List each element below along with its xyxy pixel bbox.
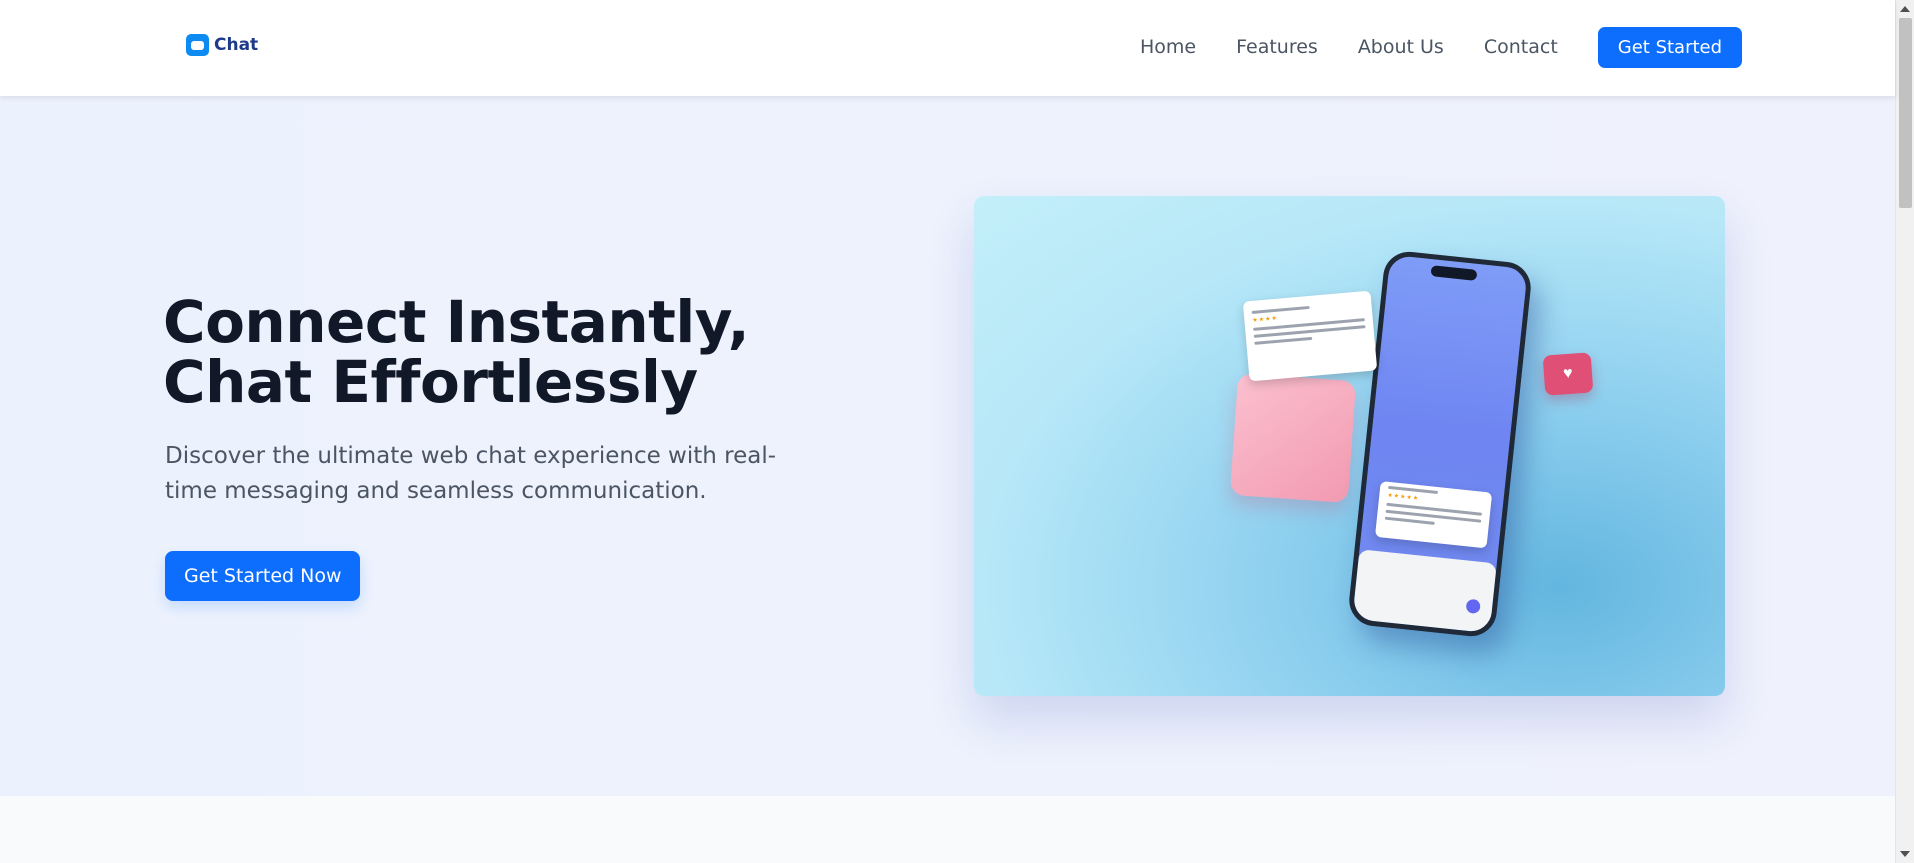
main-nav: Home Features About Us Contact Get Start… <box>1140 26 1743 68</box>
phone-chat-illustration: ★★★★★ ★★★★ ♥ <box>974 196 1725 696</box>
decorative-card <box>1229 373 1357 503</box>
hero-subtitle: Discover the ultimate web chat experienc… <box>165 443 777 504</box>
heart-icon: ♥ <box>1542 352 1594 396</box>
site-header: Chat Home Features About Us Contact Get … <box>0 0 1895 96</box>
page-scrollbar[interactable] <box>1895 0 1914 863</box>
nav-link-home[interactable]: Home <box>1140 26 1196 68</box>
hero-section: Connect Instantly, Chat Effortlessly Dis… <box>0 96 1895 796</box>
scrollbar-thumb[interactable] <box>1899 18 1912 208</box>
logo[interactable]: Chat <box>186 34 258 56</box>
logo-text: Chat <box>214 35 259 55</box>
nav-link-about-us[interactable]: About Us <box>1358 26 1444 68</box>
phone-notch <box>1430 265 1478 281</box>
scroll-down-arrow-icon[interactable] <box>1900 851 1910 857</box>
chat-bubble-image: ★★★★★ <box>1374 481 1493 549</box>
get-started-now-button[interactable]: Get Started Now <box>165 551 361 601</box>
phone-input-area <box>1352 549 1497 634</box>
next-section <box>0 796 1895 863</box>
nav-link-features[interactable]: Features <box>1236 26 1318 68</box>
scroll-up-arrow-icon[interactable] <box>1900 6 1910 12</box>
floating-chat-card: ★★★★ <box>1242 290 1378 382</box>
nav-link-contact[interactable]: Contact <box>1484 26 1558 68</box>
get-started-button[interactable]: Get Started <box>1597 26 1743 68</box>
hero-title: Connect Instantly, Chat Effortlessly <box>163 288 750 416</box>
phone-mockup: ★★★★★ <box>1346 249 1534 639</box>
send-icon <box>1465 598 1481 615</box>
chat-bubble-icon <box>186 34 209 56</box>
